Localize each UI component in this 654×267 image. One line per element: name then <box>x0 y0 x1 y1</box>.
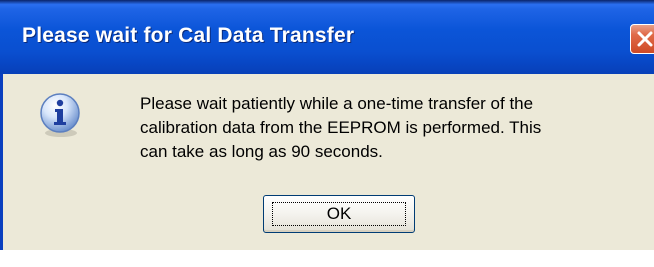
dialog-title: Please wait for Cal Data Transfer <box>22 24 355 47</box>
message-line: can take as long as 90 seconds. <box>140 142 383 161</box>
ok-button[interactable]: OK <box>263 195 415 233</box>
close-icon <box>637 31 653 47</box>
window-left-border <box>0 74 3 250</box>
dialog-message: Please wait patiently while a one-time t… <box>140 92 654 164</box>
message-line: calibration data from the EEPROM is perf… <box>140 118 542 137</box>
close-button[interactable] <box>630 24 654 54</box>
ok-button-label: OK <box>326 204 352 223</box>
message-line: Please wait patiently while a one-time t… <box>140 94 534 113</box>
dialog-window: Please wait for Cal Data Transfer Please… <box>0 0 654 250</box>
info-icon <box>40 93 80 137</box>
title-bar[interactable]: Please wait for Cal Data Transfer <box>0 0 654 74</box>
